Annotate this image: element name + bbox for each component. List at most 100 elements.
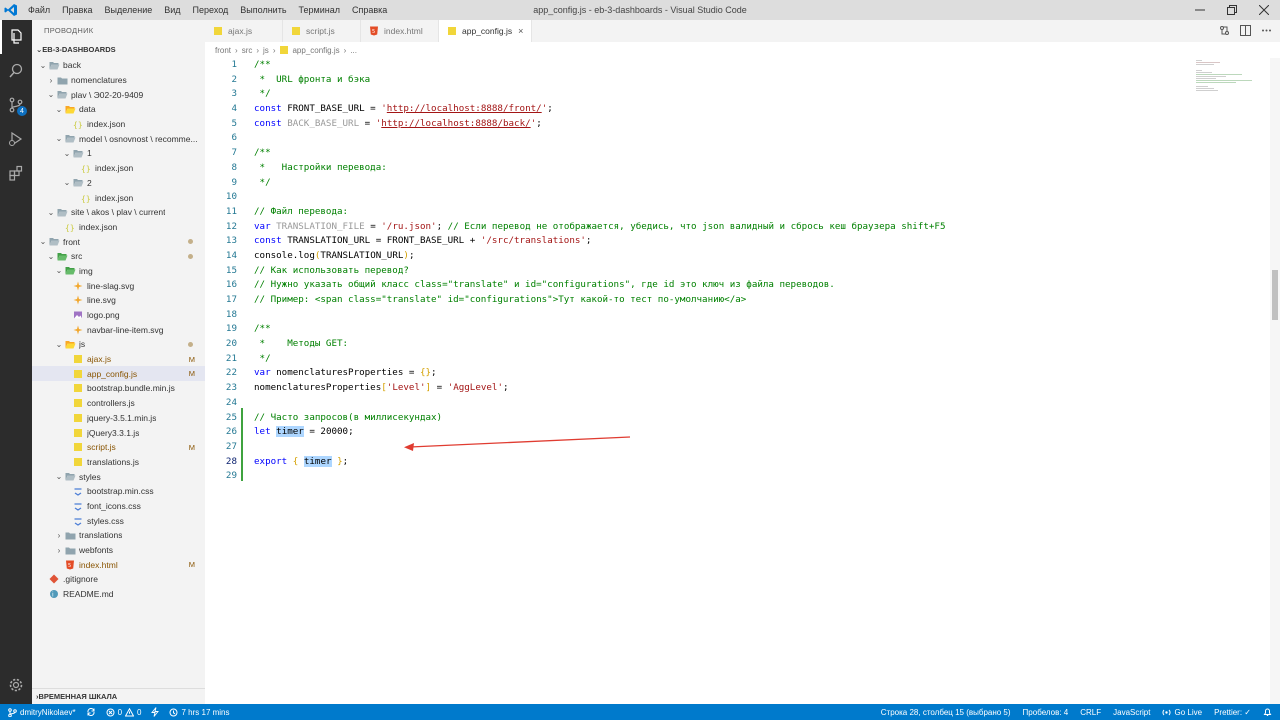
line-number: 9 [231, 176, 237, 188]
clock-icon [169, 708, 178, 716]
tree-item[interactable]: ⌄ img [32, 264, 205, 279]
tree-item[interactable]: navbar-line-item.svg [32, 322, 205, 337]
tree-item[interactable]: 5 index.html M [32, 557, 205, 572]
tree-item[interactable]: ⌄ plav \ Э02-20-9409 [32, 87, 205, 102]
lightning-icon[interactable] [151, 707, 160, 717]
tree-item[interactable]: font_icons.css [32, 499, 205, 514]
code-token: = [431, 382, 448, 394]
cursor-position[interactable]: Строка 28, столбец 15 (выбрано 5) [881, 708, 1011, 717]
breadcrumb-separator-icon: › [272, 45, 276, 55]
tree-item[interactable]: logo.png [32, 308, 205, 323]
tree-item[interactable]: › webfonts [32, 543, 205, 558]
workspace-section-header[interactable]: ⌄ EB-3-DASHBOARDS [32, 42, 205, 58]
go-live-button[interactable]: Go Live [1162, 708, 1202, 717]
menu-item-2[interactable]: Выделение [99, 0, 159, 20]
menu-item-5[interactable]: Выполнить [234, 0, 292, 20]
gear-icon[interactable] [0, 672, 32, 698]
minimize-button[interactable] [1184, 0, 1216, 20]
tree-item[interactable]: › nomenclatures [32, 73, 205, 88]
close-button[interactable] [1248, 0, 1280, 20]
js-file-icon [72, 398, 84, 408]
more-actions-icon[interactable] [1261, 25, 1272, 38]
tree-item[interactable]: ajax.js M [32, 352, 205, 367]
line-number: 1 [231, 59, 237, 70]
tree-item[interactable]: ⌄ styles [32, 469, 205, 484]
tree-item[interactable]: ⌄ site \ akos \ plav \ current [32, 205, 205, 220]
tree-item[interactable]: ⌄ src [32, 249, 205, 264]
tree-item[interactable]: jQuery3.3.1.js [32, 425, 205, 440]
tab-script-js[interactable]: script.js [283, 20, 361, 42]
indentation[interactable]: Пробелов: 4 [1023, 708, 1069, 717]
breadcrumb-item[interactable]: js [263, 46, 269, 55]
tab-app-config-js[interactable]: app_config.js × [439, 20, 533, 42]
tree-item[interactable]: ⌄ js [32, 337, 205, 352]
menu-item-4[interactable]: Переход [187, 0, 235, 20]
wakatime-indicator[interactable]: 7 hrs 17 mins [169, 708, 230, 717]
menu-item-6[interactable]: Терминал [293, 0, 346, 20]
extensions-icon[interactable] [0, 156, 32, 190]
tree-item[interactable]: ⌄ 2 [32, 176, 205, 191]
tree-item[interactable]: ⌄ 1 [32, 146, 205, 161]
tree-item-label: index.json [95, 192, 134, 203]
menu-item-3[interactable]: Вид [158, 0, 186, 20]
tree-item[interactable]: controllers.js [32, 396, 205, 411]
tree-item[interactable]: i README.md [32, 587, 205, 602]
minimap[interactable] [1190, 58, 1268, 704]
open-changes-icon[interactable] [1219, 25, 1230, 38]
breadcrumb-item[interactable]: front [215, 46, 231, 55]
scrollbar-thumb[interactable] [1272, 270, 1278, 320]
svg-file-icon [72, 325, 84, 335]
tree-item[interactable]: script.js M [32, 440, 205, 455]
tree-item[interactable]: bootstrap.bundle.min.js [32, 381, 205, 396]
split-editor-icon[interactable] [1240, 24, 1251, 38]
tree-item[interactable]: ⌄ data [32, 102, 205, 117]
vertical-scrollbar[interactable] [1270, 58, 1280, 704]
tree-item[interactable]: {} index.json [32, 190, 205, 205]
code-token: 'Level' [386, 382, 426, 394]
branch-indicator[interactable]: dmitryNikolaev* [8, 708, 76, 717]
tree-item[interactable]: line.svg [32, 293, 205, 308]
timeline-section-header[interactable]: › ВРЕМЕННАЯ ШКАЛА [32, 688, 205, 704]
menu-item-7[interactable]: Справка [346, 0, 393, 20]
code-token: ; [408, 249, 415, 261]
tree-item[interactable]: {} index.json [32, 220, 205, 235]
tree-item[interactable]: .gitignore [32, 572, 205, 587]
tree-item[interactable]: bootstrap.min.css [32, 484, 205, 499]
code-token: http://localhost:8888/front/ [386, 103, 542, 115]
menu-item-1[interactable]: Правка [56, 0, 98, 20]
restore-button[interactable] [1216, 0, 1248, 20]
breadcrumb-item[interactable]: app_config.js [292, 46, 339, 55]
tree-item[interactable]: app_config.js M [32, 366, 205, 382]
tree-item[interactable]: {} index.json [32, 117, 205, 132]
tree-item[interactable]: translations.js [32, 455, 205, 470]
tree-item[interactable]: › translations [32, 528, 205, 543]
sync-icon[interactable] [86, 707, 96, 717]
tab-row: ajax.js script.js 5 index.html app_config.js… [205, 20, 533, 42]
explorer-icon[interactable] [0, 20, 32, 54]
tree-item[interactable]: ⌄ front [32, 234, 205, 249]
breadcrumb-item[interactable]: src [242, 46, 253, 55]
line-number: 6 [231, 132, 237, 144]
code-line: const TRANSLATION_URL = FRONT_BASE_URL +… [254, 234, 946, 249]
tab-ajax-js[interactable]: ajax.js [205, 20, 283, 42]
notifications-icon[interactable] [1263, 707, 1272, 717]
menu-item-0[interactable]: Файл [22, 0, 56, 20]
tree-item[interactable]: line-slag.svg [32, 278, 205, 293]
tree-item[interactable]: ⌄ back [32, 58, 205, 73]
code-editor[interactable]: 1 2 3 4 5 6 7 8 9 10 11 12 13 14 15 16 17 18 19 20 21 22 23 24 2… [205, 58, 1190, 704]
tree-item[interactable]: jquery-3.5.1.min.js [32, 411, 205, 426]
source-control-icon[interactable]: 4 [0, 88, 32, 122]
run-debug-icon[interactable] [0, 122, 32, 156]
tree-item[interactable]: styles.css [32, 513, 205, 528]
tree-item[interactable]: ⌄ model \ osnovnost \ recomme... [32, 131, 205, 146]
close-tab-icon[interactable]: × [518, 26, 523, 36]
tab-index-html[interactable]: 5 index.html [361, 20, 439, 42]
language-mode[interactable]: JavaScript [1113, 708, 1150, 717]
search-icon[interactable] [0, 54, 32, 88]
breadcrumb-item[interactable]: ... [350, 46, 357, 55]
tree-item[interactable]: {} index.json [32, 161, 205, 176]
prettier-status[interactable]: Prettier: ✓ [1214, 708, 1251, 717]
line-endings[interactable]: CRLF [1080, 708, 1101, 717]
line-number: 3 [231, 88, 237, 100]
problems-indicator[interactable]: 0 0 [106, 707, 141, 717]
